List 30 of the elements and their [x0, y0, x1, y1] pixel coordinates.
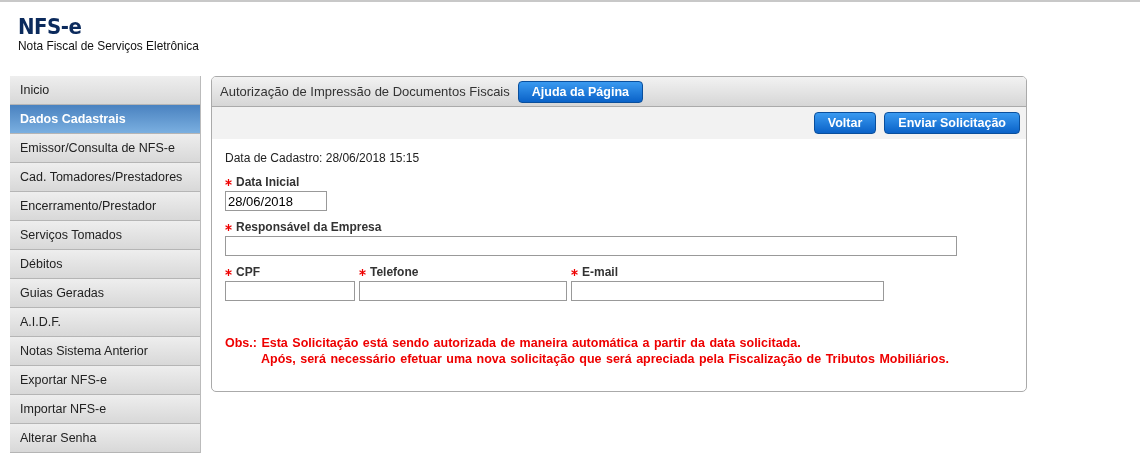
input-field[interactable]: 28/06/2018 [225, 191, 327, 211]
input-field[interactable] [571, 281, 884, 301]
note-text: Obs.: Esta Solicitação está sendo autorizada de maneira automática a partir da data solicitada. Após, será necessário efetuar uma nova solicitação que será apreciada pela Fiscalização de Tributos Mobiliários. [225, 335, 950, 367]
sidebar-item[interactable]: Exportar NFS-e [10, 366, 200, 395]
field-label: Responsável da Empresa [236, 220, 382, 234]
logo-title: NFS-e [18, 16, 83, 38]
field-label: E-mail [582, 265, 618, 279]
submit-button[interactable]: Enviar Solicitação [884, 112, 1020, 134]
sidebar-item[interactable]: Alterar Senha [10, 424, 200, 453]
input-field[interactable] [359, 281, 567, 301]
help-button[interactable]: Ajuda da Página [517, 80, 643, 103]
registration-date: Data de Cadastro: 28/06/2018 15:15 [225, 151, 421, 165]
sidebar-item[interactable]: A.I.D.F. [10, 308, 200, 337]
sidebar-item[interactable]: Notas Sistema Anterior [10, 337, 200, 366]
sidebar-item[interactable]: Cad. Tomadores/Prestadores [10, 163, 200, 192]
sidebar-item[interactable]: Inicio [10, 76, 200, 105]
sidebar-item[interactable]: Guias Geradas [10, 279, 200, 308]
input-field[interactable] [225, 236, 957, 256]
sidebar-item[interactable]: Importar NFS-e [10, 395, 200, 424]
logo-subtitle: Nota Fiscal de Serviços Eletrônica [18, 38, 200, 54]
sidebar-item[interactable]: Encerramento/Prestador [10, 192, 200, 221]
field-label: Data Inicial [236, 175, 300, 189]
input-field[interactable] [225, 281, 355, 301]
sidebar-item[interactable]: Emissor/Consulta de NFS-e [10, 134, 200, 163]
panel-title: Autorização de Impressão de Documentos Fiscais [220, 84, 510, 99]
sidebar-item[interactable]: Serviços Tomados [10, 221, 200, 250]
sidebar-item[interactable]: Débitos [10, 250, 200, 279]
field-label: CPF [236, 265, 260, 279]
field-label: Telefone [370, 265, 419, 279]
back-button[interactable]: Voltar [813, 112, 877, 134]
